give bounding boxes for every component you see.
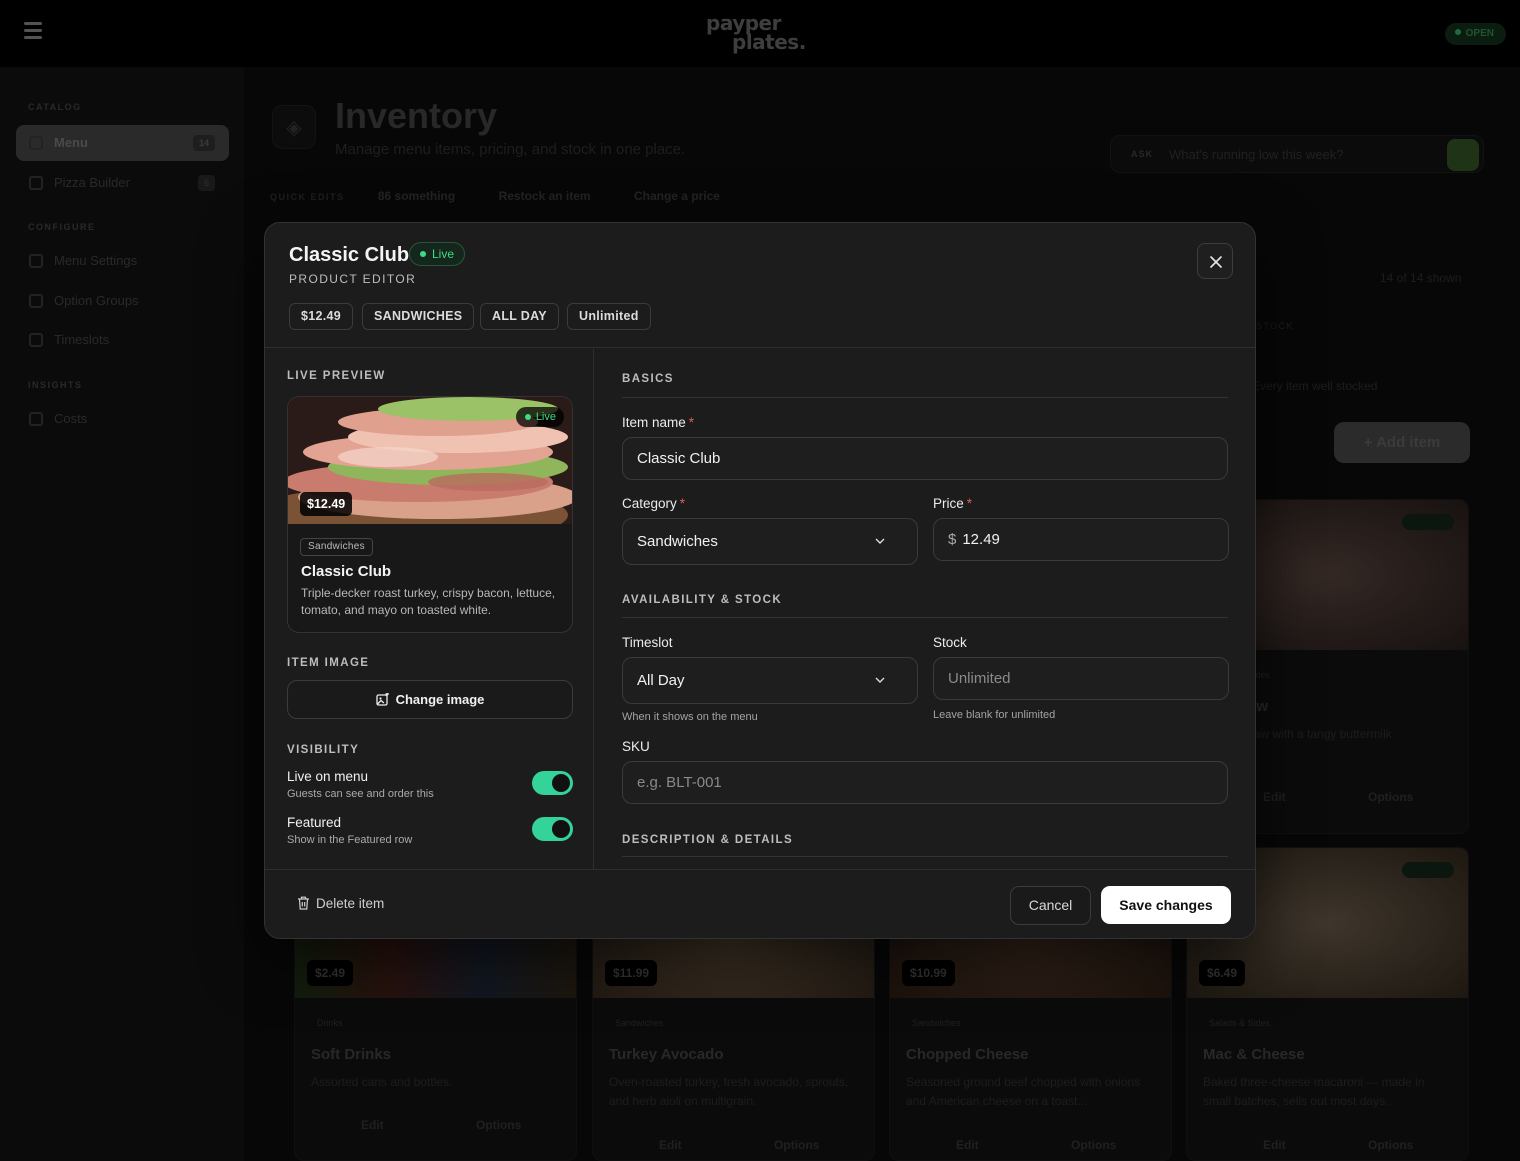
toggle-row-live: Live on menu Guests can see and order th…	[287, 769, 573, 809]
timeslot-label: Timeslot	[622, 635, 673, 650]
required-mark: *	[688, 415, 695, 430]
timeslot-value: All Day	[637, 672, 685, 689]
live-preview-heading: LIVE PREVIEW	[287, 370, 386, 382]
featured-toggle[interactable]	[532, 817, 573, 841]
modal-title: Classic Club	[289, 244, 410, 266]
toggle-title: Live on menu	[287, 769, 369, 784]
timeslot-select[interactable]: All Day	[622, 657, 918, 704]
status-badge: Live	[409, 242, 466, 266]
live-on-menu-toggle[interactable]	[532, 771, 573, 795]
chip-stock: Unlimited	[567, 303, 651, 330]
modal-subtitle: PRODUCT EDITOR	[289, 272, 417, 286]
item-image-heading: ITEM IMAGE	[287, 657, 370, 669]
toggle-row-featured: Featured Show in the Featured row	[287, 815, 573, 855]
chip-price: $12.49	[289, 303, 354, 330]
close-icon	[1210, 256, 1222, 268]
chip-timeslot: ALL DAY	[480, 303, 559, 330]
chevron-down-icon	[875, 677, 885, 683]
divider	[622, 856, 1228, 857]
required-mark: *	[679, 496, 686, 511]
delete-label: Delete item	[316, 896, 385, 911]
product-editor-modal: Classic Club Live PRODUCT EDITOR $12.49 …	[264, 222, 1256, 939]
item-name-label: Item name *	[622, 415, 694, 430]
change-image-button[interactable]: Change image	[287, 680, 573, 719]
category-select[interactable]: Sandwiches	[622, 518, 918, 565]
item-name-input[interactable]: Classic Club	[622, 437, 1228, 480]
label-text: Item name	[622, 415, 686, 430]
preview-category: Sandwiches	[300, 538, 373, 556]
cancel-button[interactable]: Cancel	[1010, 886, 1091, 925]
stock-hint: Leave blank for unlimited	[933, 709, 1056, 721]
category-value: Sandwiches	[637, 533, 718, 550]
toggle-knob	[552, 820, 570, 838]
preview-image: Live $12.49	[288, 397, 572, 524]
trash-icon	[298, 896, 309, 910]
label-text: Category	[622, 496, 677, 511]
sku-input[interactable]: e.g. BLT-001	[622, 761, 1228, 804]
preview-description: Triple-decker roast turkey, crispy bacon…	[301, 586, 556, 617]
stock-label: Stock	[933, 635, 967, 650]
toggle-title: Featured	[287, 815, 342, 830]
preview-name: Classic Club	[301, 563, 392, 580]
price-label: Price *	[933, 496, 972, 511]
close-button[interactable]	[1197, 243, 1233, 279]
sku-label: SKU	[622, 739, 650, 754]
timeslot-hint: When it shows on the menu	[622, 711, 758, 723]
divider	[622, 617, 1228, 618]
visibility-heading: VISIBILITY	[287, 744, 360, 756]
preview-live-badge: Live	[515, 407, 564, 427]
modal-header: Classic Club Live PRODUCT EDITOR $12.49 …	[265, 223, 1255, 348]
category-label: Category *	[622, 496, 685, 511]
description-heading: DESCRIPTION & DETAILS	[622, 834, 794, 846]
change-image-label: Change image	[395, 692, 485, 707]
chevron-down-icon	[875, 538, 885, 544]
toggle-knob	[552, 774, 570, 792]
toggle-desc: Guests can see and order this	[287, 788, 434, 800]
availability-heading: AVAILABILITY & STOCK	[622, 594, 783, 606]
save-button[interactable]: Save changes	[1101, 886, 1231, 924]
delete-item-button[interactable]: Delete item	[297, 896, 384, 911]
image-edit-icon	[375, 692, 389, 706]
basics-heading: BASICS	[622, 373, 674, 385]
label-text: Price	[933, 496, 964, 511]
modal-footer: Delete item Cancel Save changes	[265, 869, 1255, 938]
divider	[622, 397, 1228, 398]
toggle-desc: Show in the Featured row	[287, 834, 413, 846]
live-preview-card: Live $12.49 Sandwiches Classic Club Trip…	[287, 396, 573, 633]
preview-price: $12.49	[300, 492, 353, 516]
modal-left-column: LIVE PREVIEW Live $12.49 Sandwiches Clas…	[265, 349, 594, 869]
required-mark: *	[966, 496, 973, 511]
modal-right-column[interactable]: BASICS Item name * Classic Club Category *…	[595, 349, 1255, 869]
price-input[interactable]: $12.49	[933, 518, 1229, 561]
currency-symbol: $	[948, 531, 957, 548]
chip-category: SANDWICHES	[362, 303, 475, 330]
stock-input[interactable]: Unlimited	[933, 657, 1229, 700]
price-value: 12.49	[962, 531, 1000, 548]
